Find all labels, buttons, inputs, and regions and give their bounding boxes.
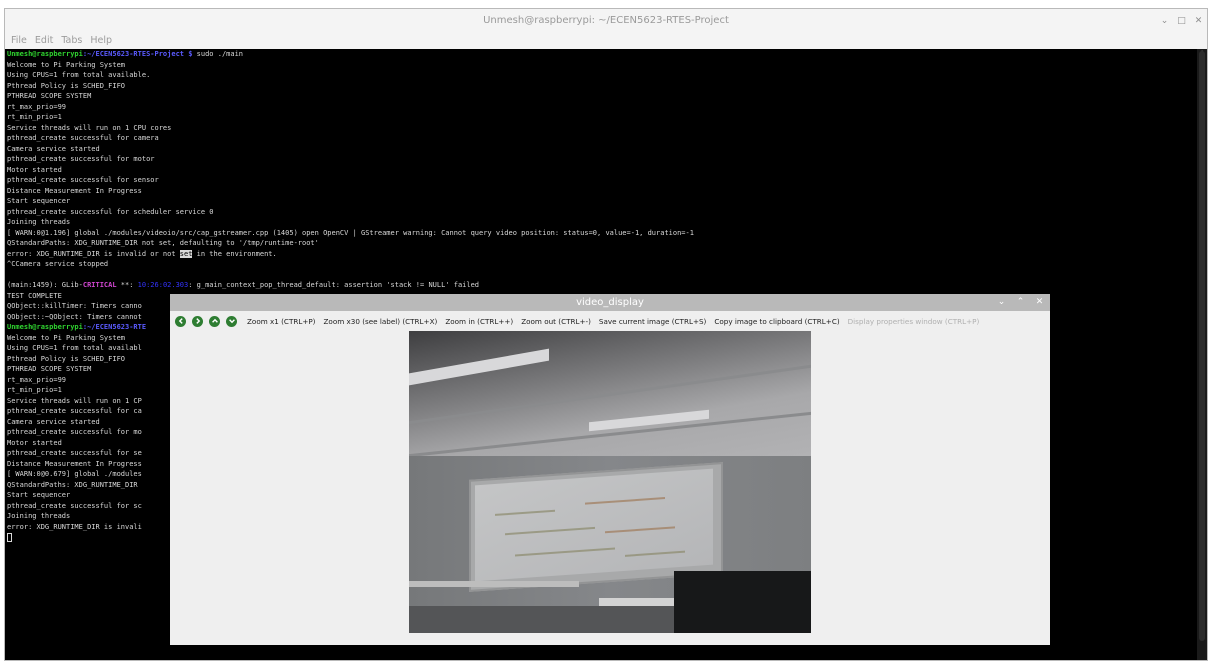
text-cursor [7,532,12,542]
copy-image-button[interactable]: Copy image to clipboard (CTRL+C) [714,317,839,326]
terminal-scrollbar[interactable]: ▲ [1197,49,1207,660]
menu-help[interactable]: Help [86,33,116,49]
video-window-title: video_display [576,297,644,308]
zoom-x1-button[interactable]: Zoom x1 (CTRL+P) [247,317,316,326]
prompt-user: Unmesh@raspberrypi [7,50,83,58]
output-line: Welcome to Pi Parking System [7,60,126,69]
save-image-button[interactable]: Save current image (CTRL+S) [599,317,706,326]
output-line: Start sequencer [7,197,71,205]
close-icon[interactable]: ✕ [1192,15,1205,28]
prompt-path: :~/ECEN5623-RTES-Project $ [82,50,193,58]
terminal-title: Unmesh@raspberrypi: ~/ECEN5623-RTES-Proj… [483,15,729,26]
display-properties-button[interactable]: Display properties window (CTRL+P) [848,317,980,326]
error-line: error: XDG_RUNTIME_DIR is invalid or not… [7,249,1195,260]
camera-cabinet [674,571,811,633]
error-highlight: set [179,249,193,258]
pan-up-icon[interactable] [209,315,220,327]
output-line: rt_max_prio=99 [7,102,67,111]
error-text-end: in the environment. [192,249,277,258]
output-line: Service threads will run on 1 CPU cores [7,123,172,132]
maximize-icon[interactable]: ⌃ [1014,296,1027,309]
close-icon[interactable]: ✕ [1033,296,1046,309]
command-text: sudo ./main [192,50,244,58]
prompt-path-2: :~/ECEN5623-RTE [82,323,147,331]
prompt-line: Unmesh@raspberrypi:~/ECEN5623-RTES-Proje… [7,49,1195,60]
scrollbar-thumb[interactable] [1199,51,1205,641]
glib-critical-line: (main:1459): GLib-CRITICAL **: 10:26:02.… [7,280,1195,291]
output-line: Motor started [7,165,62,174]
camera-desk [409,581,579,587]
terminal-titlebar[interactable]: Unmesh@raspberrypi: ~/ECEN5623-RTES-Proj… [5,9,1207,33]
output-line: QStandardPaths: XDG_RUNTIME_DIR not set,… [7,239,319,247]
glib-text: (main:1459): GLib- [7,281,83,289]
glib-timestamp: 10:26:02.303 [137,281,189,289]
maximize-icon[interactable]: □ [1175,15,1188,28]
output-line: PTHREAD SCOPE SYSTEM [7,92,92,100]
video-window-controls: ⌄ ⌃ ✕ [995,294,1046,311]
minimize-icon[interactable]: ⌄ [995,296,1008,309]
camera-stopped-line: ^CCamera service stopped [7,260,109,268]
output-line: pthread_create successful for camera [7,134,159,142]
video-toolbar: Zoom x1 (CTRL+P) Zoom x30 (see label) (C… [170,311,1050,331]
video-display-window[interactable]: video_display ⌄ ⌃ ✕ Zoom x1 (CTRL+P) Zoo… [170,294,1050,645]
output-line: Using CPUS=1 from total available. [7,71,151,79]
menu-tabs[interactable]: Tabs [57,33,86,49]
error-text: error: XDG_RUNTIME_DIR is invalid or not [7,249,180,258]
camera-feed-image [409,331,811,633]
pan-right-icon[interactable] [192,315,203,327]
output-line: pthread_create successful for motor [7,155,155,163]
minimize-icon[interactable]: ⌄ [1158,15,1171,28]
glib-message: : g_main_context_pop_thread_default: ass… [188,281,480,289]
glib-sep: **: [116,281,138,289]
menu-edit[interactable]: Edit [31,33,57,49]
menu-file[interactable]: File [7,33,31,49]
prompt-user-2: Unmesh@raspberrypi [7,323,83,331]
camera-whiteboard [475,468,713,582]
pan-left-icon[interactable] [175,315,186,327]
video-titlebar[interactable]: video_display ⌄ ⌃ ✕ [170,294,1050,311]
critical-label: CRITICAL [82,281,117,289]
terminal-window-controls: ⌄ □ ✕ [1158,9,1205,33]
zoom-in-button[interactable]: Zoom in (CTRL++) [445,317,513,326]
output-line: Joining threads [7,218,71,226]
output-line: [ WARN:0@1.196] global ./modules/videoio… [7,228,694,237]
output-line: Camera service started [7,144,100,153]
zoom-out-button[interactable]: Zoom out (CTRL+-) [521,317,591,326]
terminal-menubar: File Edit Tabs Help [5,33,1207,49]
output-line: pthread_create successful for scheduler … [7,207,214,216]
output-line: rt_min_prio=1 [7,113,62,121]
pan-down-icon[interactable] [226,315,237,327]
output-line: pthread_create successful for sensor [7,176,159,184]
output-line: Pthread Policy is SCHED_FIFO [7,81,126,90]
output-line: Distance Measurement In Progress [7,186,142,195]
zoom-x30-button[interactable]: Zoom x30 (see label) (CTRL+X) [324,317,438,326]
